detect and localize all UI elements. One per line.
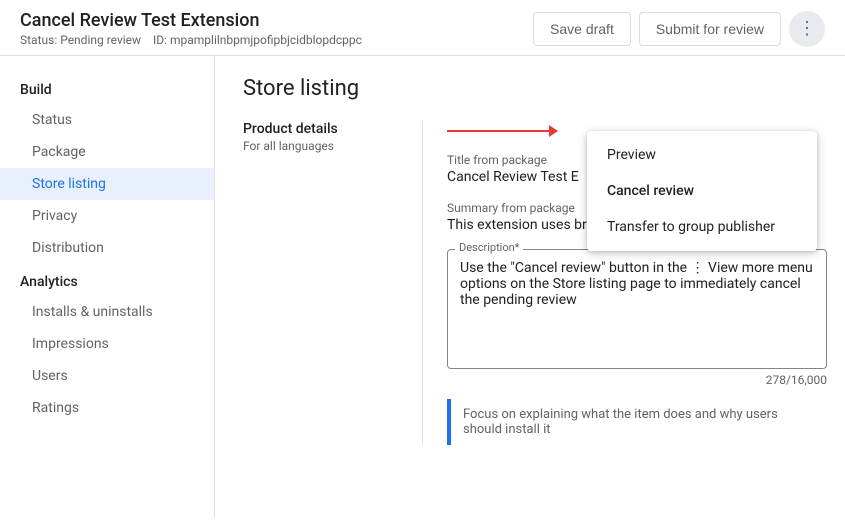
description-counter: 278/16,000 <box>447 373 827 387</box>
main-layout: Build Status Package Store listing Priva… <box>0 56 845 518</box>
header-left: Cancel Review Test Extension Status: Pen… <box>20 10 362 47</box>
save-draft-button[interactable]: Save draft <box>533 12 631 46</box>
analytics-section-label: Analytics <box>0 268 214 296</box>
description-textarea[interactable]: Use the "Cancel review" button in the ⋮ … <box>447 249 827 369</box>
main-title: Store listing <box>243 76 817 101</box>
sidebar-item-distribution[interactable]: Distribution <box>0 232 214 264</box>
sidebar-item-ratings[interactable]: Ratings <box>0 392 214 424</box>
hint-text: Focus on explaining what the item does a… <box>463 407 778 437</box>
app-header: Cancel Review Test Extension Status: Pen… <box>0 0 845 56</box>
arrow-head <box>549 125 558 137</box>
dropdown-item-cancel-review[interactable]: Cancel review <box>587 173 817 209</box>
id-label: ID: mpamplilnbpmjpofipbjcidblopdcppc <box>153 33 362 47</box>
hint-box: Focus on explaining what the item does a… <box>447 399 827 445</box>
sidebar: Build Status Package Store listing Priva… <box>0 56 215 518</box>
product-details-subtitle: For all languages <box>243 139 398 153</box>
dropdown-item-preview[interactable]: Preview <box>587 137 817 173</box>
more-icon: ⋮ <box>798 18 816 39</box>
submit-review-button[interactable]: Submit for review <box>639 12 781 46</box>
sidebar-item-users[interactable]: Users <box>0 360 214 392</box>
header-actions: Save draft Submit for review ⋮ <box>533 11 825 47</box>
sidebar-item-impressions[interactable]: Impressions <box>0 328 214 360</box>
sidebar-item-status[interactable]: Status <box>0 104 214 136</box>
description-section: Description* Use the "Cancel review" but… <box>447 249 827 387</box>
dropdown-menu: Preview Cancel review Transfer to group … <box>587 131 817 251</box>
description-field-label: Description* <box>455 241 523 254</box>
arrow-line <box>447 130 557 132</box>
sidebar-item-store-listing[interactable]: Store listing <box>0 168 214 200</box>
more-options-button[interactable]: ⋮ <box>789 11 825 47</box>
product-details-title: Product details <box>243 121 398 137</box>
sidebar-item-installs[interactable]: Installs & uninstalls <box>0 296 214 328</box>
status-label: Status: Pending review <box>20 33 141 47</box>
dropdown-item-transfer[interactable]: Transfer to group publisher <box>587 209 817 245</box>
sidebar-item-package[interactable]: Package <box>0 136 214 168</box>
build-section-label: Build <box>0 76 214 104</box>
main-content: Store listing Product details For all la… <box>215 56 845 518</box>
page-title: Cancel Review Test Extension <box>20 10 362 31</box>
sidebar-item-privacy[interactable]: Privacy <box>0 200 214 232</box>
status-line: Status: Pending review ID: mpamplilnbpmj… <box>20 33 362 47</box>
